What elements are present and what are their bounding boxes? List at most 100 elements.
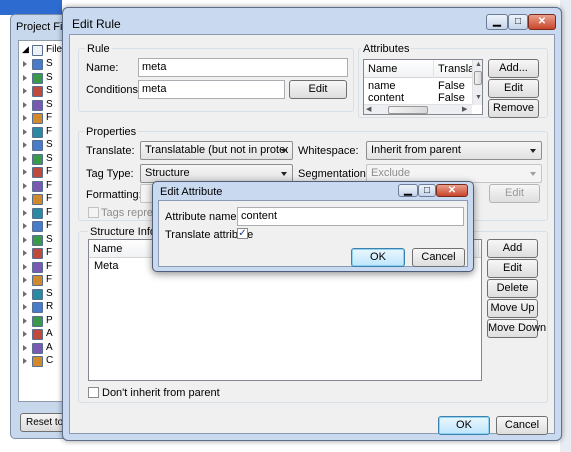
expand-arrow-icon[interactable]: [23, 196, 27, 202]
expand-arrow-icon[interactable]: [23, 128, 27, 135]
attribute-name-field[interactable]: content: [237, 207, 464, 226]
maximize-button[interactable]: □: [508, 14, 528, 30]
expand-arrow-icon[interactable]: [23, 223, 27, 229]
translate-label: Translate:: [86, 145, 135, 157]
expand-arrow-icon[interactable]: [23, 169, 27, 175]
file-type-tree[interactable]: ◢ File SSSSFFSSFFFFFSFFFSRPAAC: [18, 40, 68, 402]
structure-move-down-button[interactable]: Move Down: [487, 319, 546, 338]
tree-item-label: S: [46, 71, 53, 83]
attributes-list[interactable]: Name Translate name False content False …: [363, 59, 483, 115]
expand-arrow-icon[interactable]: [23, 142, 27, 148]
structure-add-button[interactable]: Add: [487, 239, 538, 258]
file-type-icon: [32, 315, 43, 327]
whitespace-label: Whitespace:: [298, 145, 359, 157]
tree-item-label: F: [46, 260, 53, 272]
file-type-icon: [32, 302, 43, 313]
file-type-icon: [32, 207, 43, 219]
expand-arrow-icon[interactable]: [23, 290, 27, 297]
attribute-add-button[interactable]: Add...: [488, 59, 539, 78]
formatting-label: Formatting:: [86, 189, 142, 201]
name-field[interactable]: meta: [138, 58, 348, 77]
close-button[interactable]: ✕: [528, 14, 556, 30]
attribute-edit-button[interactable]: Edit: [488, 79, 539, 98]
expand-arrow-icon[interactable]: [23, 209, 27, 216]
expand-arrow-icon[interactable]: [23, 101, 27, 108]
attr-col-translate[interactable]: Translate: [434, 60, 482, 78]
minimize-button[interactable]: ▁: [486, 14, 508, 30]
name-label: Name:: [86, 62, 119, 74]
file-type-icon: [32, 261, 43, 273]
file-type-icon: [32, 72, 43, 84]
expand-arrow-icon[interactable]: [23, 236, 27, 243]
conditions-edit-button[interactable]: Edit: [289, 80, 347, 99]
rule-group-caption: Rule: [85, 43, 112, 55]
tree-item-label: P: [46, 314, 53, 326]
edit-rule-title: Edit Rule: [72, 17, 121, 31]
attr-close-button[interactable]: ✕: [436, 184, 468, 197]
tree-item-label: F: [46, 193, 53, 204]
file-type-icon: [32, 113, 43, 124]
attr-cancel-button[interactable]: Cancel: [412, 248, 465, 267]
tag-type-label: Tag Type:: [86, 168, 134, 180]
scroll-right-icon[interactable]: ▶: [462, 106, 467, 114]
scroll-up-icon[interactable]: ▲: [475, 61, 482, 69]
dont-inherit-checkbox[interactable]: [88, 387, 99, 398]
conditions-field[interactable]: meta: [138, 80, 285, 99]
expand-arrow-icon[interactable]: [23, 182, 27, 189]
tree-item-label: F: [46, 247, 53, 258]
file-type-icon: [32, 126, 43, 138]
expand-arrow-icon[interactable]: [23, 250, 27, 256]
attr-maximize-button[interactable]: □: [418, 184, 436, 197]
formatting-edit-button[interactable]: Edit: [489, 184, 540, 203]
expand-arrow-icon[interactable]: [23, 304, 27, 310]
attribute-name-label: Attribute name:: [165, 211, 240, 223]
attr-col-name[interactable]: Name: [364, 60, 434, 78]
tree-item-label: S: [46, 152, 53, 164]
expand-arrow-icon[interactable]: [23, 263, 27, 270]
project-file-types-title: Project File Ty: [16, 21, 66, 33]
expand-arrow-icon[interactable]: [23, 317, 27, 324]
file-type-icon: [32, 356, 43, 367]
file-type-icon: [32, 288, 43, 300]
attributes-hscrollbar[interactable]: ◀ ▶: [364, 104, 472, 114]
attr-minimize-button[interactable]: ▁: [398, 184, 418, 197]
scroll-thumb[interactable]: [474, 71, 482, 85]
expand-arrow-icon[interactable]: [23, 88, 27, 94]
expand-arrow-icon[interactable]: [23, 61, 27, 67]
attributes-vscrollbar[interactable]: ▲ ▼: [472, 60, 482, 105]
cancel-button[interactable]: Cancel: [496, 416, 548, 435]
file-type-icon: [32, 153, 43, 165]
attribute-remove-button[interactable]: Remove: [488, 99, 539, 118]
file-type-icon: [32, 234, 43, 246]
translate-dropdown[interactable]: Translatable (but not in protected conte…: [140, 141, 293, 160]
expand-arrow-icon[interactable]: [23, 155, 27, 162]
tree-item-label: F: [46, 179, 53, 191]
scroll-left-icon[interactable]: ◀: [366, 106, 371, 114]
file-type-icon: [32, 221, 43, 232]
edit-attribute-title: Edit Attribute: [160, 186, 223, 198]
file-type-icon: [32, 140, 43, 151]
file-type-icon: [32, 248, 43, 259]
expand-arrow-icon[interactable]: [23, 331, 27, 337]
whitespace-dropdown[interactable]: Inherit from parent: [366, 141, 542, 160]
ok-button[interactable]: OK: [438, 416, 490, 435]
translate-attribute-checkbox[interactable]: ✓: [237, 228, 248, 239]
collapse-icon[interactable]: ◢: [22, 44, 29, 55]
tree-item-label: S: [46, 58, 53, 69]
tags-represent-checkbox[interactable]: [88, 207, 99, 218]
structure-row[interactable]: Meta: [94, 260, 118, 273]
chevron-down-icon: [530, 172, 536, 176]
structure-delete-button[interactable]: Delete: [487, 279, 538, 298]
attr-ok-button[interactable]: OK: [351, 248, 405, 267]
structure-edit-button[interactable]: Edit: [487, 259, 538, 278]
expand-arrow-icon[interactable]: [23, 74, 27, 81]
expand-arrow-icon[interactable]: [23, 358, 27, 364]
dont-inherit-label: Don't inherit from parent: [102, 387, 220, 399]
expand-arrow-icon[interactable]: [23, 277, 27, 283]
expand-arrow-icon[interactable]: [23, 115, 27, 121]
scroll-down-icon[interactable]: ▼: [475, 94, 482, 102]
hscroll-thumb[interactable]: [388, 106, 428, 114]
tree-item-label: R: [46, 301, 54, 312]
expand-arrow-icon[interactable]: [23, 344, 27, 351]
structure-move-up-button[interactable]: Move Up: [487, 299, 538, 318]
